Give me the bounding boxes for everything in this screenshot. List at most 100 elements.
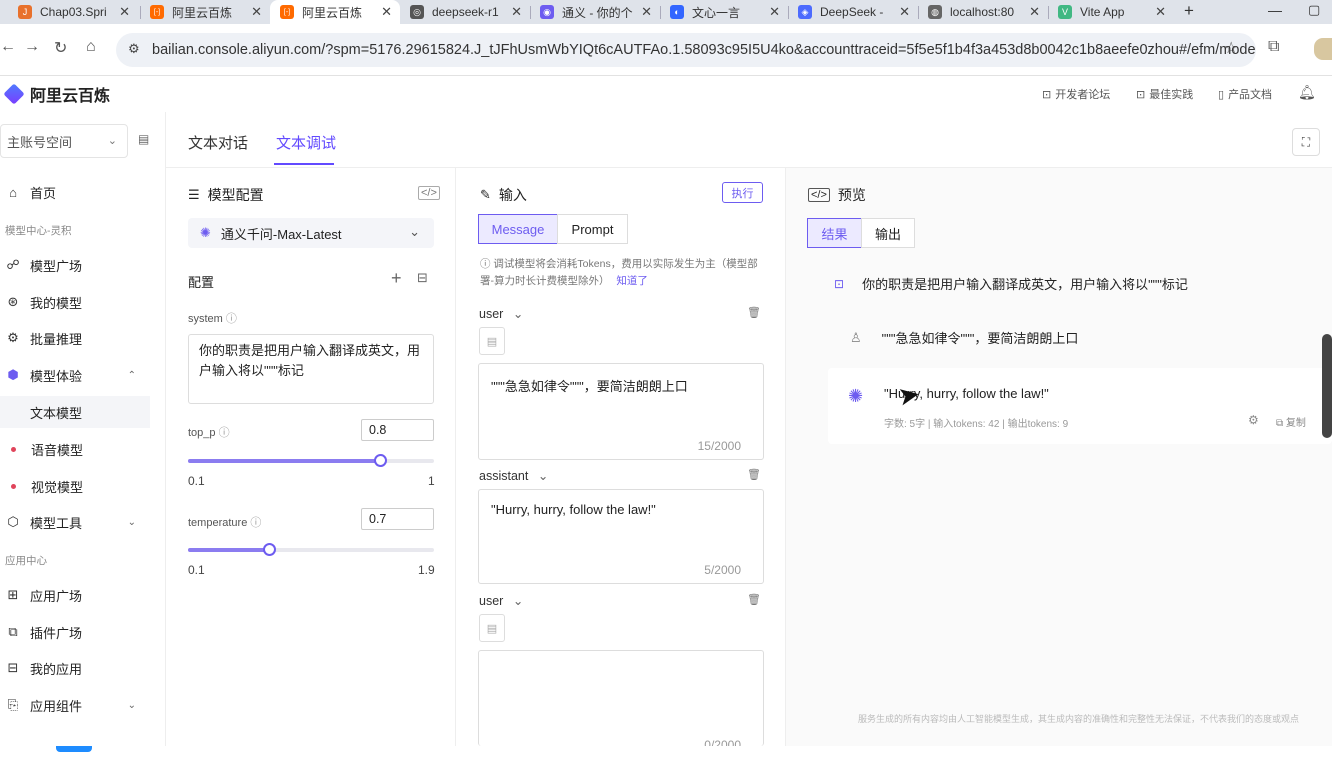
- dismiss-link[interactable]: 知道了: [616, 275, 648, 287]
- logo-mark-icon: [3, 83, 25, 105]
- sidebar-item-app-components[interactable]: ⎘ 应用组件 ⌄: [0, 689, 150, 721]
- sidebar-item-batch-inference[interactable]: ⚙ 批量推理: [0, 322, 150, 354]
- reload-icon[interactable]: ↻: [54, 38, 67, 58]
- slider-handle[interactable]: [373, 454, 387, 467]
- tab-title: 阿里云百炼: [172, 5, 233, 20]
- extensions-icon[interactable]: ⧉: [1268, 38, 1279, 56]
- top-p-max: 1: [428, 474, 435, 488]
- browser-tab[interactable]: ◉ 通义 - 你的个 ✕: [530, 0, 660, 24]
- help-icon[interactable]: ⓘ: [219, 427, 230, 439]
- app-logo[interactable]: 阿里云百炼: [3, 82, 110, 106]
- browser-tab[interactable]: J Chap03.Spri ✕: [8, 0, 138, 24]
- profile-avatar[interactable]: [1314, 38, 1332, 60]
- browser-tab[interactable]: [-] 阿里云百炼 ✕: [140, 0, 270, 24]
- sidebar-item-text-model[interactable]: 文本模型: [0, 396, 150, 428]
- sidebar-item-home[interactable]: ⌂ 首页: [0, 176, 150, 208]
- temperature-slider[interactable]: [188, 543, 434, 556]
- tab-result[interactable]: 结果: [807, 218, 862, 248]
- tab-output[interactable]: 输出: [861, 218, 915, 248]
- grid-icon: ⊞: [7, 587, 19, 602]
- forward-arrow-icon[interactable]: →: [24, 38, 40, 56]
- mode-message[interactable]: Message: [478, 214, 558, 244]
- new-tab-icon[interactable]: +: [1184, 1, 1194, 21]
- top-p-input[interactable]: 0.8: [361, 419, 434, 441]
- doc-icon[interactable]: ▤: [138, 132, 149, 146]
- sidebar-item-my-models[interactable]: ⊛ 我的模型: [0, 286, 150, 318]
- sidebar-item-voice-model[interactable]: 语音模型: [0, 433, 150, 465]
- maximize-icon[interactable]: ▢: [1308, 2, 1320, 18]
- back-arrow-icon[interactable]: ←: [0, 38, 16, 56]
- sidebar-item-model-experience[interactable]: ⬢ 模型体验 ⌃: [0, 359, 150, 391]
- role-select[interactable]: user ⌄: [479, 306, 523, 321]
- slider-handle[interactable]: [263, 543, 277, 556]
- tab-text-debug[interactable]: 文本调试: [276, 132, 336, 153]
- close-icon[interactable]: ✕: [899, 4, 910, 20]
- close-icon[interactable]: ✕: [251, 4, 262, 20]
- run-button[interactable]: 执行: [722, 182, 763, 203]
- best-practice-link[interactable]: ⊡ 最佳实践: [1136, 86, 1193, 102]
- sidebar-item-app-square[interactable]: ⊞ 应用广场: [0, 579, 150, 611]
- help-icon[interactable]: ⓘ: [226, 313, 237, 325]
- message-input[interactable]: "Hurry, hurry, follow the law!" 5/2000: [478, 489, 764, 584]
- browser-tab[interactable]: ◍ localhost:80 ✕: [918, 0, 1048, 24]
- close-icon[interactable]: ✕: [1155, 4, 1166, 20]
- model-square-icon: ☍: [6, 257, 20, 272]
- workspace-select[interactable]: 主账号空间 ⌄: [0, 124, 128, 158]
- close-icon[interactable]: ✕: [119, 4, 130, 20]
- system-message-text: 你的职责是把用户输入翻译成英文，用户输入将以"""标记: [862, 277, 1188, 292]
- model-name: 通义千问-Max-Latest: [220, 226, 342, 242]
- close-icon[interactable]: ✕: [511, 4, 522, 20]
- batch-icon: ⚙: [7, 330, 19, 345]
- forum-link[interactable]: ⊡ 开发者论坛: [1042, 86, 1110, 102]
- browser-tab-active[interactable]: [-] 阿里云百炼 ✕: [270, 0, 400, 24]
- bug-icon[interactable]: ⚙: [1248, 413, 1259, 427]
- minimize-icon[interactable]: —: [1268, 2, 1282, 18]
- sidebar-item-plugin-square[interactable]: ⧉ 插件广场: [0, 616, 150, 648]
- bell-icon[interactable]: 🔔︎: [1298, 84, 1316, 101]
- docs-link[interactable]: ▯ 产品文档: [1218, 86, 1272, 102]
- close-icon[interactable]: ✕: [769, 4, 780, 20]
- char-count: 5/2000: [704, 563, 741, 577]
- scrollbar[interactable]: [1322, 334, 1332, 438]
- attachment-button[interactable]: ▤: [479, 327, 505, 355]
- role-select[interactable]: assistant ⌄: [479, 468, 548, 483]
- sub-tabs: 文本对话 文本调试 ⛶: [166, 112, 1332, 168]
- browser-tab[interactable]: ◐ 文心一言 ✕: [660, 0, 788, 24]
- sidebar-item-model-square[interactable]: ☍ 模型广场: [0, 249, 150, 281]
- copy-button[interactable]: ⧉ 复制: [1276, 414, 1306, 429]
- trash-icon[interactable]: 🗑︎: [747, 593, 761, 606]
- attachment-button[interactable]: ▤: [479, 614, 505, 642]
- message-input[interactable]: """急急如律令"""，要简洁朗朗上口 15/2000: [478, 363, 764, 460]
- top-p-slider[interactable]: [188, 454, 434, 467]
- sidebar-item-label: 模型体验: [30, 368, 83, 384]
- url-field[interactable]: ⚙ bailian.console.aliyun.com/?spm=5176.2…: [116, 33, 1256, 67]
- home-icon[interactable]: ⌂: [86, 38, 96, 56]
- role-select[interactable]: user ⌄: [479, 593, 523, 608]
- fullscreen-button[interactable]: ⛶: [1292, 128, 1320, 156]
- trash-icon[interactable]: 🗑︎: [747, 468, 761, 481]
- code-icon[interactable]: </>: [418, 186, 440, 200]
- sliders-icon: ☰: [188, 187, 200, 202]
- sidebar-item-model-tools[interactable]: ⬡ 模型工具 ⌄: [0, 506, 150, 538]
- add-icon[interactable]: +: [391, 268, 402, 289]
- help-icon[interactable]: ⓘ: [250, 517, 261, 529]
- tab-text-chat[interactable]: 文本对话: [188, 132, 248, 153]
- bookmark-star-icon[interactable]: ☆: [1224, 38, 1238, 58]
- close-icon[interactable]: ✕: [381, 4, 392, 20]
- browser-tab[interactable]: ◎ deepseek-r1 ✕: [400, 0, 530, 24]
- temperature-input[interactable]: 0.7: [361, 508, 434, 530]
- close-icon[interactable]: ✕: [1029, 4, 1040, 20]
- browser-tab[interactable]: ◈ DeepSeek - ✕: [788, 0, 918, 24]
- close-icon[interactable]: ✕: [641, 4, 652, 20]
- mode-prompt[interactable]: Prompt: [557, 214, 628, 244]
- model-select[interactable]: ✺ 通义千问-Max-Latest ⌄: [188, 218, 434, 248]
- temperature-label: temperature ⓘ: [188, 514, 261, 530]
- toolbox-icon[interactable]: ⊟: [417, 270, 428, 286]
- site-settings-icon[interactable]: ⚙: [128, 41, 140, 57]
- sidebar-item-my-apps[interactable]: ⊟ 我的应用: [0, 652, 150, 684]
- trash-icon[interactable]: 🗑︎: [747, 306, 761, 319]
- message-input[interactable]: 0/2000: [478, 650, 764, 752]
- sidebar-item-vision-model[interactable]: 视觉模型: [0, 470, 150, 502]
- system-prompt-input[interactable]: 你的职责是把用户输入翻译成英文，用户输入将以"""标记: [188, 334, 434, 404]
- browser-tab[interactable]: V Vite App ✕: [1048, 0, 1174, 24]
